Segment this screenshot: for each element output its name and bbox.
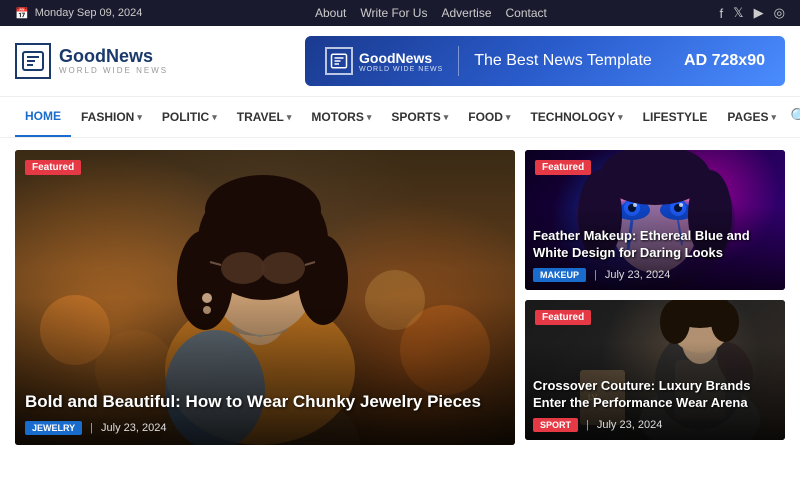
calendar-icon: 📅: [15, 7, 29, 20]
featured-bottom-right-article[interactable]: LV Featured Crossover Couture: Luxury Br…: [525, 300, 785, 440]
featured-large-category[interactable]: JEWELRY: [25, 421, 82, 435]
nav-fashion[interactable]: FASHION ▾: [71, 98, 152, 136]
food-chevron-icon: ▾: [506, 112, 511, 123]
logo-text: GoodNews WORLD WIDE NEWS: [59, 47, 168, 76]
motors-chevron-icon: ▾: [367, 112, 372, 123]
fashion-chevron-icon: ▾: [137, 112, 142, 123]
featured-large-meta: JEWELRY | July 23, 2024: [25, 421, 505, 435]
ad-size: AD 728x90: [684, 52, 765, 70]
nav-pages[interactable]: PAGES ▾: [717, 98, 786, 136]
x-twitter-icon[interactable]: 𝕏: [733, 5, 743, 21]
featured-bottom-right-meta: SPORT | July 23, 2024: [533, 418, 777, 432]
topbar-write[interactable]: Write For Us: [360, 6, 427, 20]
nav-home[interactable]: HOME: [15, 97, 71, 137]
politic-chevron-icon: ▾: [212, 112, 217, 123]
featured-bottom-right-title: Crossover Couture: Luxury Brands Enter t…: [533, 378, 777, 412]
featured-tag-large: Featured: [25, 160, 81, 175]
nav-sports[interactable]: SPORTS ▾: [381, 98, 458, 136]
topbar-date-area: 📅 Monday Sep 09, 2024: [15, 7, 142, 20]
topbar-advertise[interactable]: Advertise: [441, 6, 491, 20]
instagram-icon[interactable]: ◎: [774, 5, 785, 21]
logo-sub: WORLD WIDE NEWS: [59, 67, 168, 76]
ad-tagline: The Best News Template: [474, 52, 669, 70]
topbar-contact[interactable]: Contact: [506, 6, 547, 20]
nav-food[interactable]: FOOD ▾: [458, 98, 520, 136]
technology-chevron-icon: ▾: [618, 112, 623, 123]
ad-sub: WORLD WIDE NEWS: [359, 66, 443, 73]
nav-technology[interactable]: TECHNOLOGY ▾: [520, 98, 632, 136]
topbar-social: f 𝕏 ▶ ◎: [720, 5, 785, 21]
featured-tag-top-right: Featured: [535, 160, 591, 175]
search-icon[interactable]: 🔍: [786, 103, 800, 131]
ad-logo-icon: [325, 47, 353, 75]
featured-top-right-article[interactable]: Featured Feather Makeup: Ethereal Blue a…: [525, 150, 785, 290]
ad-banner: GoodNews WORLD WIDE NEWS The Best News T…: [305, 36, 785, 86]
right-column: Featured Feather Makeup: Ethereal Blue a…: [525, 150, 785, 445]
travel-chevron-icon: ▾: [287, 112, 292, 123]
ad-divider: [458, 46, 459, 76]
ad-logo: GoodNews WORLD WIDE NEWS: [325, 47, 443, 75]
header: GoodNews WORLD WIDE NEWS GoodNews WORLD …: [0, 26, 800, 97]
nav-lifestyle[interactable]: LIFESTYLE: [633, 98, 718, 136]
sports-chevron-icon: ▾: [444, 112, 449, 123]
nav-politic[interactable]: POLITIC ▾: [152, 98, 227, 136]
nav-motors[interactable]: MOTORS ▾: [301, 98, 381, 136]
featured-large-date: July 23, 2024: [101, 422, 166, 434]
logo-name: GoodNews: [59, 47, 168, 67]
featured-top-right-caption: Feather Makeup: Ethereal Blue and White …: [533, 228, 777, 282]
pages-chevron-icon: ▾: [771, 112, 776, 123]
logo[interactable]: GoodNews WORLD WIDE NEWS: [15, 43, 168, 79]
nav-travel[interactable]: TRAVEL ▾: [227, 98, 302, 136]
meta-divider-3: |: [586, 419, 589, 431]
topbar-about[interactable]: About: [315, 6, 346, 20]
nav-icons: 🔍 👤 🌙: [786, 103, 800, 131]
featured-bottom-right-date: July 23, 2024: [597, 419, 662, 431]
featured-large-caption: Bold and Beautiful: How to Wear Chunky J…: [25, 391, 505, 435]
featured-top-right-title: Feather Makeup: Ethereal Blue and White …: [533, 228, 777, 262]
facebook-icon[interactable]: f: [720, 6, 724, 21]
featured-large-article[interactable]: Featured Bold and Beautiful: How to Wear…: [15, 150, 515, 445]
featured-top-right-category[interactable]: MAKEUP: [533, 268, 586, 282]
featured-bottom-right-caption: Crossover Couture: Luxury Brands Enter t…: [533, 378, 777, 432]
meta-divider: |: [90, 422, 93, 434]
topbar-date: Monday Sep 09, 2024: [35, 7, 143, 19]
logo-icon: [15, 43, 51, 79]
ad-logo-text: GoodNews WORLD WIDE NEWS: [359, 50, 443, 73]
featured-bottom-right-category[interactable]: SPORT: [533, 418, 578, 432]
navbar: HOME FASHION ▾ POLITIC ▾ TRAVEL ▾ MOTORS…: [0, 97, 800, 138]
featured-tag-bottom-right: Featured: [535, 310, 591, 325]
main-content: Featured Bold and Beautiful: How to Wear…: [0, 138, 800, 457]
featured-top-right-meta: MAKEUP | July 23, 2024: [533, 268, 777, 282]
topbar-nav: About Write For Us Advertise Contact: [315, 6, 547, 20]
ad-name: GoodNews: [359, 50, 443, 66]
featured-large-title: Bold and Beautiful: How to Wear Chunky J…: [25, 391, 505, 413]
youtube-icon[interactable]: ▶: [754, 5, 764, 21]
topbar: 📅 Monday Sep 09, 2024 About Write For Us…: [0, 0, 800, 26]
meta-divider-2: |: [594, 269, 597, 281]
featured-top-right-date: July 23, 2024: [605, 269, 670, 281]
